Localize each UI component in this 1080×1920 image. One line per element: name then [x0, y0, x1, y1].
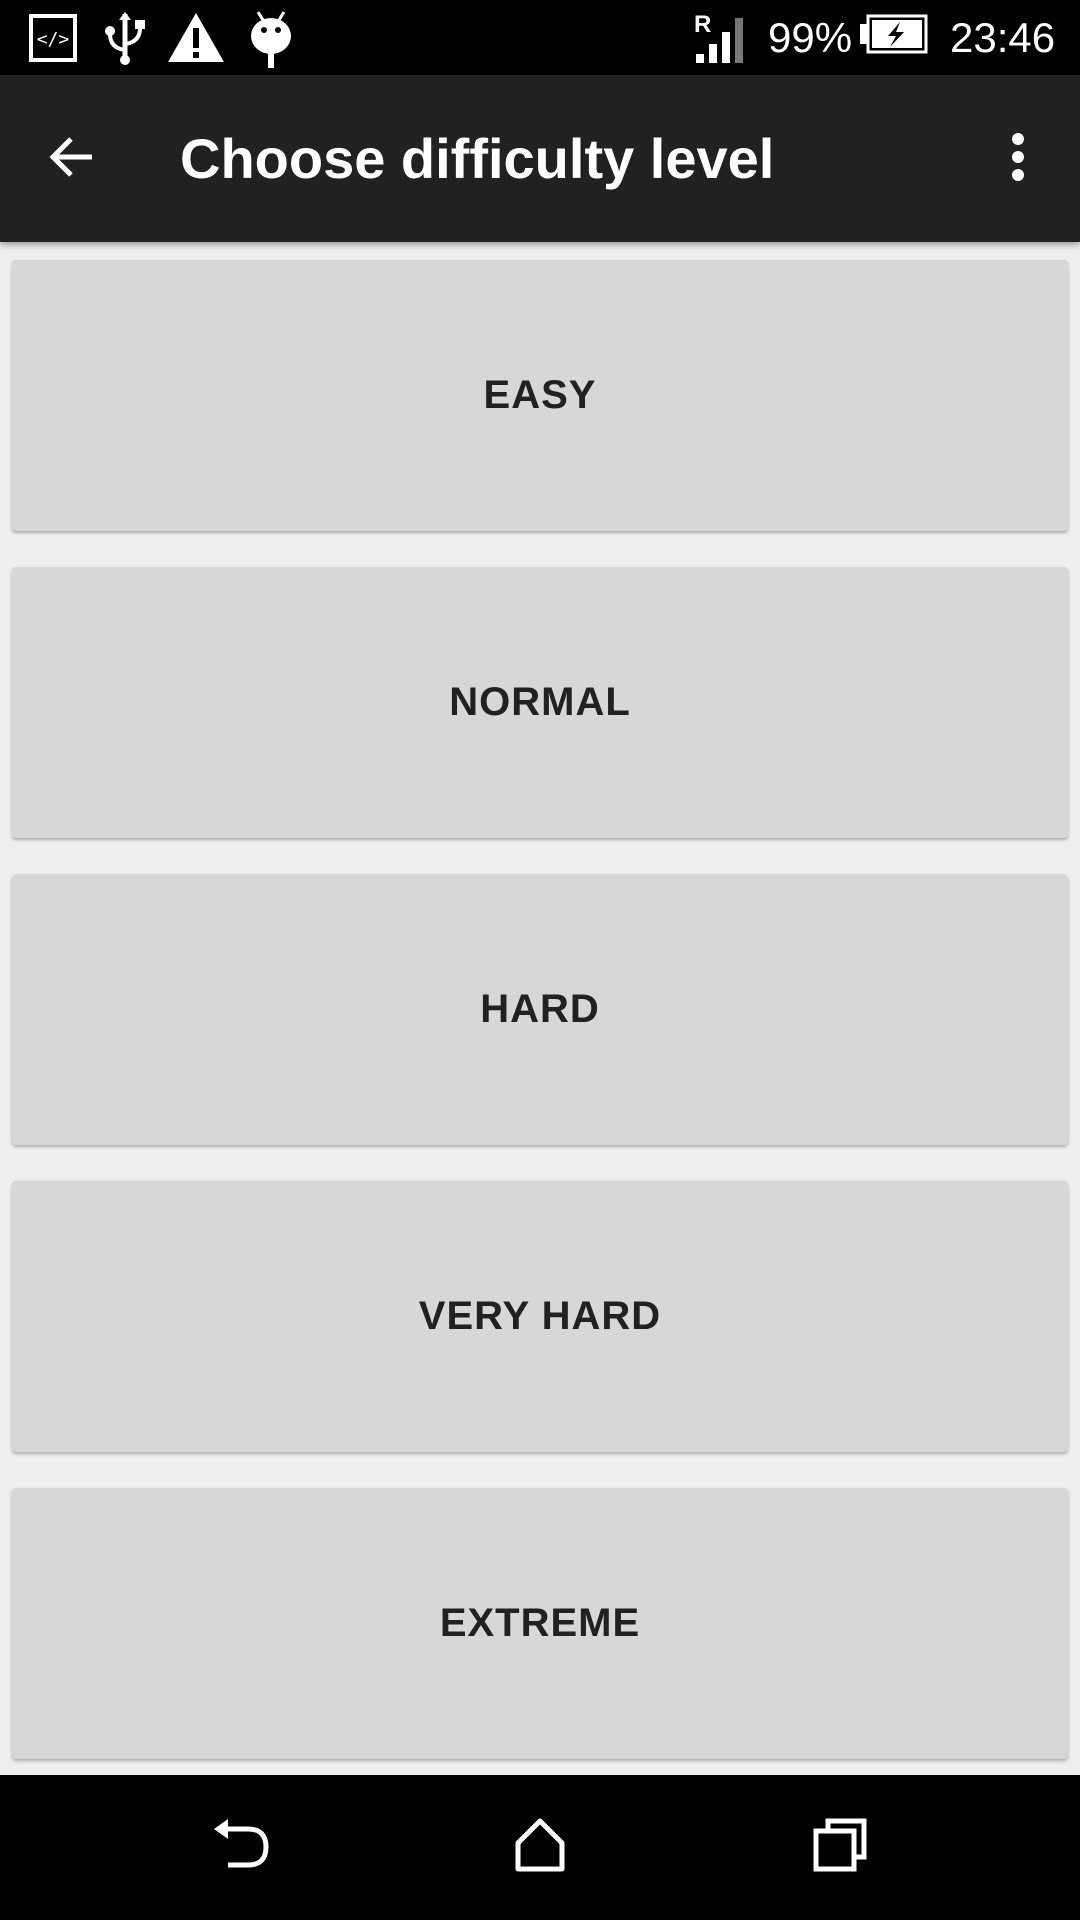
difficulty-list: EASY NORMAL HARD VERY HARD EXTREME [0, 242, 1080, 1775]
nav-recents-icon [810, 1815, 870, 1880]
status-bar: </> R 99% 23:46 [0, 0, 1080, 75]
page-title: Choose difficulty level [180, 127, 775, 190]
nav-back-icon [208, 1815, 272, 1880]
overflow-menu-button[interactable] [976, 117, 1060, 201]
very-hard-button[interactable]: VERY HARD [12, 1181, 1068, 1452]
svg-text:</>: </> [37, 29, 70, 50]
more-vert-icon [1008, 129, 1028, 190]
warning-icon [166, 10, 226, 66]
easy-button[interactable]: EASY [12, 260, 1068, 531]
nav-home-button[interactable] [495, 1807, 585, 1887]
clock: 23:46 [950, 14, 1056, 61]
android-debug-icon [246, 10, 296, 68]
developer-code-icon: </> [28, 10, 78, 66]
normal-button[interactable]: NORMAL [12, 567, 1068, 838]
usb-icon [100, 10, 150, 66]
navigation-bar [0, 1775, 1080, 1920]
app-bar: Choose difficulty level [0, 75, 1080, 242]
hard-button[interactable]: HARD [12, 874, 1068, 1145]
nav-home-icon [510, 1815, 570, 1880]
battery-charging-icon [858, 10, 930, 66]
signal-roaming-icon: R [692, 10, 756, 66]
nav-back-button[interactable] [195, 1807, 285, 1887]
arrow-back-icon [44, 129, 100, 190]
back-button[interactable] [30, 117, 114, 201]
svg-text:R: R [694, 11, 711, 38]
battery-percent: 99% [768, 14, 853, 61]
nav-recents-button[interactable] [795, 1807, 885, 1887]
extreme-button[interactable]: EXTREME [12, 1488, 1068, 1759]
